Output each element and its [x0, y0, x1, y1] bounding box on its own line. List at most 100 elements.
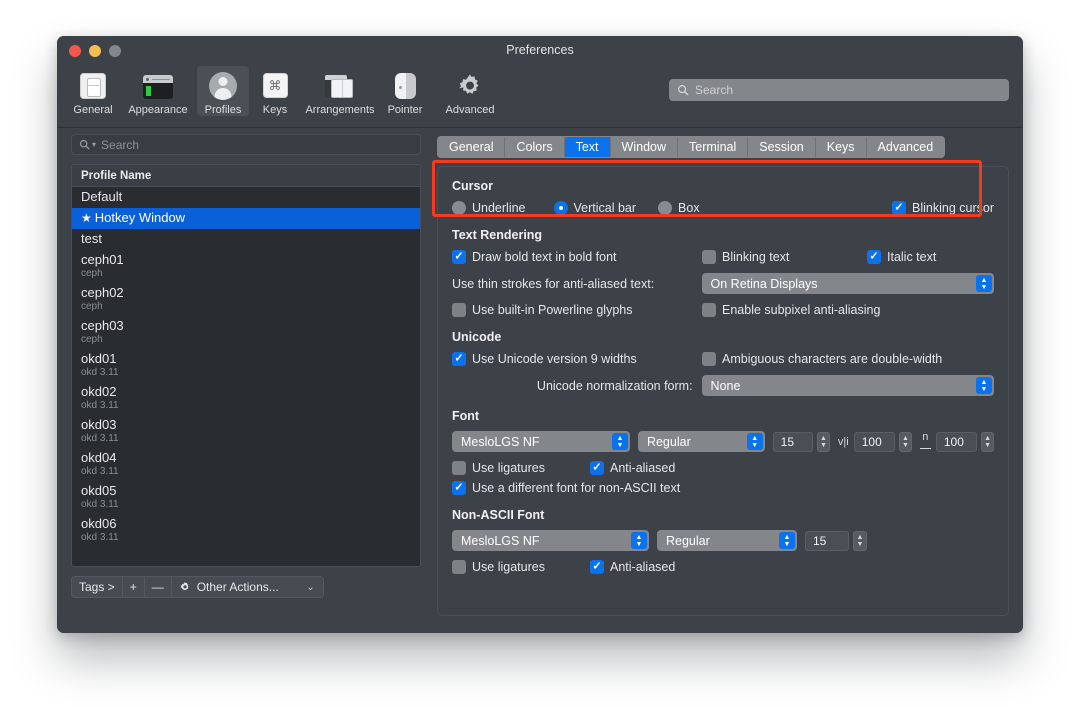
toolbar-item-keys[interactable]: ⌘ Keys — [249, 66, 301, 116]
radio-underline[interactable]: Underline — [452, 201, 526, 215]
chevron-updown-icon[interactable]: ▲ ▼ — [976, 377, 992, 394]
thin-strokes-select[interactable]: On Retina Displays ▲ ▼ — [701, 273, 994, 294]
checkbox-blinking-text-control[interactable] — [702, 250, 716, 264]
checkbox-non-ascii-antialiased-control[interactable] — [590, 560, 604, 574]
checkbox-different-font-control[interactable] — [452, 481, 466, 495]
list-item[interactable]: okd03 okd 3.11 — [72, 415, 420, 448]
list-item[interactable]: okd01 okd 3.11 — [72, 349, 420, 382]
checkbox-font-ligatures-label: Use ligatures — [472, 461, 545, 475]
toolbar-item-general[interactable]: General — [67, 66, 119, 116]
vertical-spacing-input[interactable]: 100 — [853, 431, 896, 452]
checkbox-subpixel[interactable]: Enable subpixel anti-aliasing — [702, 303, 880, 317]
checkbox-ambiguous[interactable]: Ambiguous characters are double-width — [702, 352, 942, 366]
other-actions-button[interactable]: Other Actions... ⌄ — [171, 576, 324, 598]
checkbox-blinking-cursor[interactable]: Blinking cursor — [892, 201, 994, 215]
checkbox-different-font[interactable]: Use a different font for non-ASCII text — [452, 481, 680, 495]
tab-general[interactable]: General — [438, 137, 506, 157]
remove-profile-button[interactable]: — — [144, 576, 172, 598]
checkbox-ambiguous-control[interactable] — [702, 352, 716, 366]
checkbox-blinking-text[interactable]: Blinking text — [702, 250, 867, 264]
tab-terminal[interactable]: Terminal — [678, 137, 749, 157]
non-ascii-weight-select[interactable]: Regular ▲ ▼ — [657, 530, 797, 551]
chevron-down-icon: ⌄ — [306, 581, 315, 593]
checkbox-subpixel-label: Enable subpixel anti-aliasing — [722, 303, 881, 317]
tab-colors[interactable]: Colors — [505, 137, 565, 157]
profiles-rows: Default ★Hotkey Window test ceph01 ceph — [72, 187, 420, 547]
other-actions-label: Other Actions... — [196, 580, 279, 594]
checkbox-non-ascii-antialiased[interactable]: Anti-aliased — [590, 560, 675, 574]
profiles-footer-toolbar: Tags > + — Other Actions... ⌄ — [71, 576, 421, 598]
list-item[interactable]: okd05 okd 3.11 — [72, 481, 420, 514]
chevron-updown-icon[interactable]: ▲ ▼ — [779, 532, 795, 549]
profile-tag: okd 3.11 — [81, 499, 119, 510]
font-size-input[interactable]: 15 — [772, 431, 814, 452]
checkbox-font-antialiased-control[interactable] — [590, 461, 604, 475]
list-item[interactable]: okd04 okd 3.11 — [72, 448, 420, 481]
horizontal-spacing-input[interactable]: 100 — [935, 431, 978, 452]
non-ascii-size-input[interactable]: 15 — [805, 530, 849, 551]
tab-keys[interactable]: Keys — [816, 137, 867, 157]
list-item[interactable]: okd02 okd 3.11 — [72, 382, 420, 415]
checkbox-draw-bold-control[interactable] — [452, 250, 466, 264]
radio-vertical-bar[interactable]: Vertical bar — [553, 201, 636, 215]
toolbar-item-appearance[interactable]: Appearance — [119, 66, 197, 116]
screenshot-root: Preferences General Appearance Profiles — [0, 0, 1080, 707]
checkbox-blinking-cursor-control[interactable] — [892, 201, 907, 215]
add-profile-button[interactable]: + — [122, 576, 145, 598]
checkbox-powerline[interactable]: Use built-in Powerline glyphs — [452, 303, 702, 317]
checkbox-unicode9-control[interactable] — [452, 352, 466, 366]
checkbox-italic-text-label: Italic text — [887, 250, 937, 264]
list-item[interactable]: okd06 okd 3.11 — [72, 514, 420, 547]
profile-name: okd04 — [81, 450, 117, 465]
font-controls-row: MesloLGS NF ▲ ▼ Regular ▲ ▼ 15 ▲ ▼ v|i 100 — [452, 431, 994, 452]
chevron-updown-icon[interactable]: ▲ ▼ — [746, 433, 763, 450]
toolbar-item-pointer[interactable]: Pointer — [379, 66, 431, 116]
star-icon: ★ — [81, 211, 92, 225]
profile-tag: okd 3.11 — [81, 466, 119, 477]
chevron-updown-icon[interactable]: ▲ ▼ — [631, 532, 647, 549]
chevron-updown-icon[interactable]: ▲ ▼ — [976, 275, 992, 292]
list-item[interactable]: Default — [72, 187, 420, 208]
font-size-stepper[interactable]: ▲ ▼ — [817, 431, 830, 452]
non-ascii-family-select[interactable]: MesloLGS NF ▲ ▼ — [452, 530, 649, 551]
checkbox-non-ascii-ligatures[interactable]: Use ligatures — [452, 560, 590, 574]
toolbar-item-arrangements[interactable]: Arrangements — [301, 66, 379, 116]
normalization-select[interactable]: None ▲ ▼ — [701, 375, 994, 396]
checkbox-powerline-control[interactable] — [452, 303, 466, 317]
list-item[interactable]: ceph02 ceph — [72, 283, 420, 316]
toolbar-item-advanced[interactable]: Advanced — [431, 66, 509, 116]
checkbox-font-ligatures-control[interactable] — [452, 461, 466, 475]
radio-vertical-bar-control[interactable] — [553, 201, 568, 215]
radio-box-control[interactable] — [658, 201, 673, 215]
list-item[interactable]: ★ Hotkey Window — [72, 208, 420, 229]
profile-search-input[interactable]: ▾ Search — [71, 134, 421, 155]
checkbox-italic-text-control[interactable] — [867, 250, 881, 264]
tab-advanced[interactable]: Advanced — [867, 137, 945, 157]
checkbox-draw-bold[interactable]: Draw bold text in bold font — [452, 250, 702, 264]
font-family-select[interactable]: MesloLGS NF ▲ ▼ — [452, 431, 630, 452]
list-item[interactable]: ceph03 ceph — [72, 316, 420, 349]
tags-button[interactable]: Tags > — [71, 576, 123, 598]
list-item[interactable]: test — [72, 229, 420, 250]
tab-text[interactable]: Text — [564, 137, 611, 157]
horizontal-spacing-stepper[interactable]: ▲ ▼ — [981, 431, 994, 452]
vertical-spacing-stepper[interactable]: ▲ ▼ — [899, 431, 912, 452]
list-item[interactable]: ceph01 ceph — [72, 250, 420, 283]
radio-box[interactable]: Box — [658, 201, 700, 215]
font-weight-select[interactable]: Regular ▲ ▼ — [637, 431, 765, 452]
toolbar-item-profiles[interactable]: Profiles — [197, 66, 249, 116]
checkbox-blinking-text-label: Blinking text — [722, 250, 790, 264]
radio-underline-control[interactable] — [452, 201, 466, 215]
checkbox-unicode9[interactable]: Use Unicode version 9 widths — [452, 352, 702, 366]
checkbox-font-ligatures[interactable]: Use ligatures — [452, 461, 590, 475]
checkbox-non-ascii-ligatures-control[interactable] — [452, 560, 466, 574]
checkbox-subpixel-control[interactable] — [702, 303, 716, 317]
profile-name: ceph03 — [81, 318, 124, 333]
chevron-updown-icon[interactable]: ▲ ▼ — [611, 433, 628, 450]
tab-session[interactable]: Session — [748, 137, 816, 157]
non-ascii-size-stepper[interactable]: ▲ ▼ — [853, 530, 867, 551]
checkbox-italic-text[interactable]: Italic text — [867, 250, 936, 264]
checkbox-font-antialiased[interactable]: Anti-aliased — [590, 461, 675, 475]
tab-window[interactable]: Window — [611, 137, 679, 157]
toolbar-search-field[interactable]: Search — [669, 79, 1009, 101]
